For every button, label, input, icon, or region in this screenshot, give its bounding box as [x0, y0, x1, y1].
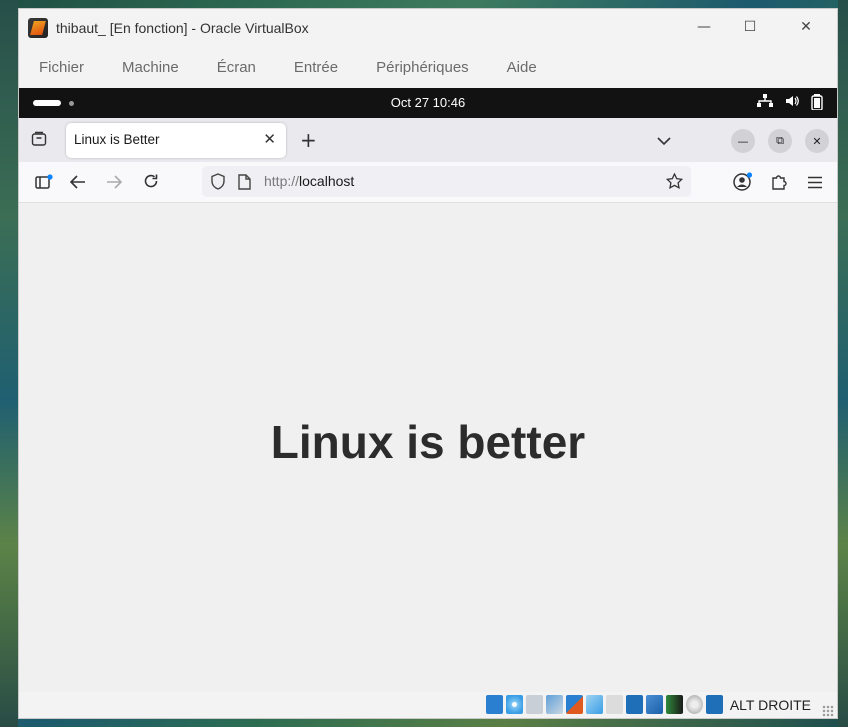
- mouse-integration-icon[interactable]: [685, 695, 703, 714]
- network-icon: [757, 94, 773, 114]
- host-key-arrow-icon[interactable]: [705, 695, 723, 714]
- sidebar-toggle-icon[interactable]: [35, 174, 53, 194]
- audio-icon[interactable]: [545, 695, 563, 714]
- resize-grip-icon[interactable]: [822, 705, 834, 717]
- menu-entree[interactable]: Entrée: [294, 59, 338, 76]
- page-info-icon[interactable]: [238, 174, 251, 194]
- new-tab-button[interactable]: +: [300, 128, 317, 152]
- hard-disk-icon[interactable]: [485, 695, 503, 714]
- close-button[interactable]: ✕: [783, 9, 829, 45]
- floppy-icon[interactable]: [525, 695, 543, 714]
- clock[interactable]: Oct 27 10:46: [19, 95, 837, 110]
- shared-folder-icon[interactable]: [605, 695, 623, 714]
- cpu-activity-icon[interactable]: [665, 695, 683, 714]
- tab-close-icon[interactable]: ✕: [263, 130, 276, 148]
- usb-icon[interactable]: [585, 695, 603, 714]
- minimize-button[interactable]: —: [681, 9, 727, 45]
- forward-arrow-icon[interactable]: [106, 174, 123, 193]
- firefox-view-icon[interactable]: [31, 131, 47, 151]
- tab-title: Linux is Better: [74, 132, 160, 147]
- status-bar-device-icons: ALT DROITE: [485, 695, 811, 714]
- extensions-puzzle-icon[interactable]: [771, 173, 787, 194]
- navigation-toolbar: http://localhost: [19, 162, 837, 203]
- reload-icon[interactable]: [143, 173, 159, 193]
- list-all-tabs-chevron-icon[interactable]: [657, 131, 671, 150]
- menu-peripheriques[interactable]: Périphériques: [376, 59, 469, 76]
- tracking-protection-shield-icon[interactable]: [210, 173, 226, 194]
- maximize-button[interactable]: ☐: [727, 9, 773, 45]
- back-arrow-icon[interactable]: [69, 174, 86, 193]
- recording-icon[interactable]: [645, 695, 663, 714]
- window-title: thibaut_ [En fonction] - Oracle VirtualB…: [56, 20, 309, 36]
- title-bar: thibaut_ [En fonction] - Oracle VirtualB…: [19, 9, 837, 47]
- volume-icon: [785, 94, 799, 114]
- system-tray[interactable]: [757, 94, 823, 114]
- hamburger-menu-icon[interactable]: [808, 174, 822, 193]
- network-adapter-icon[interactable]: [565, 695, 583, 714]
- url-text[interactable]: http://localhost: [264, 173, 354, 189]
- firefox-restore-button[interactable]: ⧉: [768, 129, 792, 153]
- gnome-top-bar: Oct 27 10:46: [19, 88, 837, 118]
- host-key-label: ALT DROITE: [729, 696, 811, 713]
- battery-icon: [811, 94, 823, 114]
- menu-aide[interactable]: Aide: [507, 59, 537, 76]
- virtualbox-status-bar: ALT DROITE: [19, 692, 837, 718]
- menu-machine[interactable]: Machine: [122, 59, 179, 76]
- page-content: Linux is better: [19, 203, 837, 700]
- firefox-window: Linux is Better ✕ + — ⧉ ✕ http://localho…: [19, 118, 837, 700]
- page-heading: Linux is better: [270, 416, 586, 468]
- display-icon[interactable]: [625, 695, 643, 714]
- firefox-close-button[interactable]: ✕: [805, 129, 829, 153]
- menu-fichier[interactable]: Fichier: [39, 59, 84, 76]
- optical-drive-icon[interactable]: [505, 695, 523, 714]
- tab-linux-is-better[interactable]: Linux is Better ✕: [66, 123, 286, 158]
- menu-ecran[interactable]: Écran: [217, 59, 256, 76]
- account-icon[interactable]: [733, 172, 753, 195]
- firefox-minimize-button[interactable]: —: [731, 129, 755, 153]
- url-bar[interactable]: http://localhost: [202, 166, 691, 197]
- virtualbox-logo-icon: [28, 18, 48, 38]
- desktop-wallpaper-right: [838, 0, 848, 727]
- bookmark-star-icon[interactable]: [665, 172, 684, 193]
- menu-bar: Fichier Machine Écran Entrée Périphériqu…: [19, 47, 837, 87]
- virtualbox-window: thibaut_ [En fonction] - Oracle VirtualB…: [18, 8, 838, 719]
- desktop-wallpaper-left: [0, 0, 18, 727]
- tab-strip: Linux is Better ✕ + — ⧉ ✕: [19, 118, 837, 162]
